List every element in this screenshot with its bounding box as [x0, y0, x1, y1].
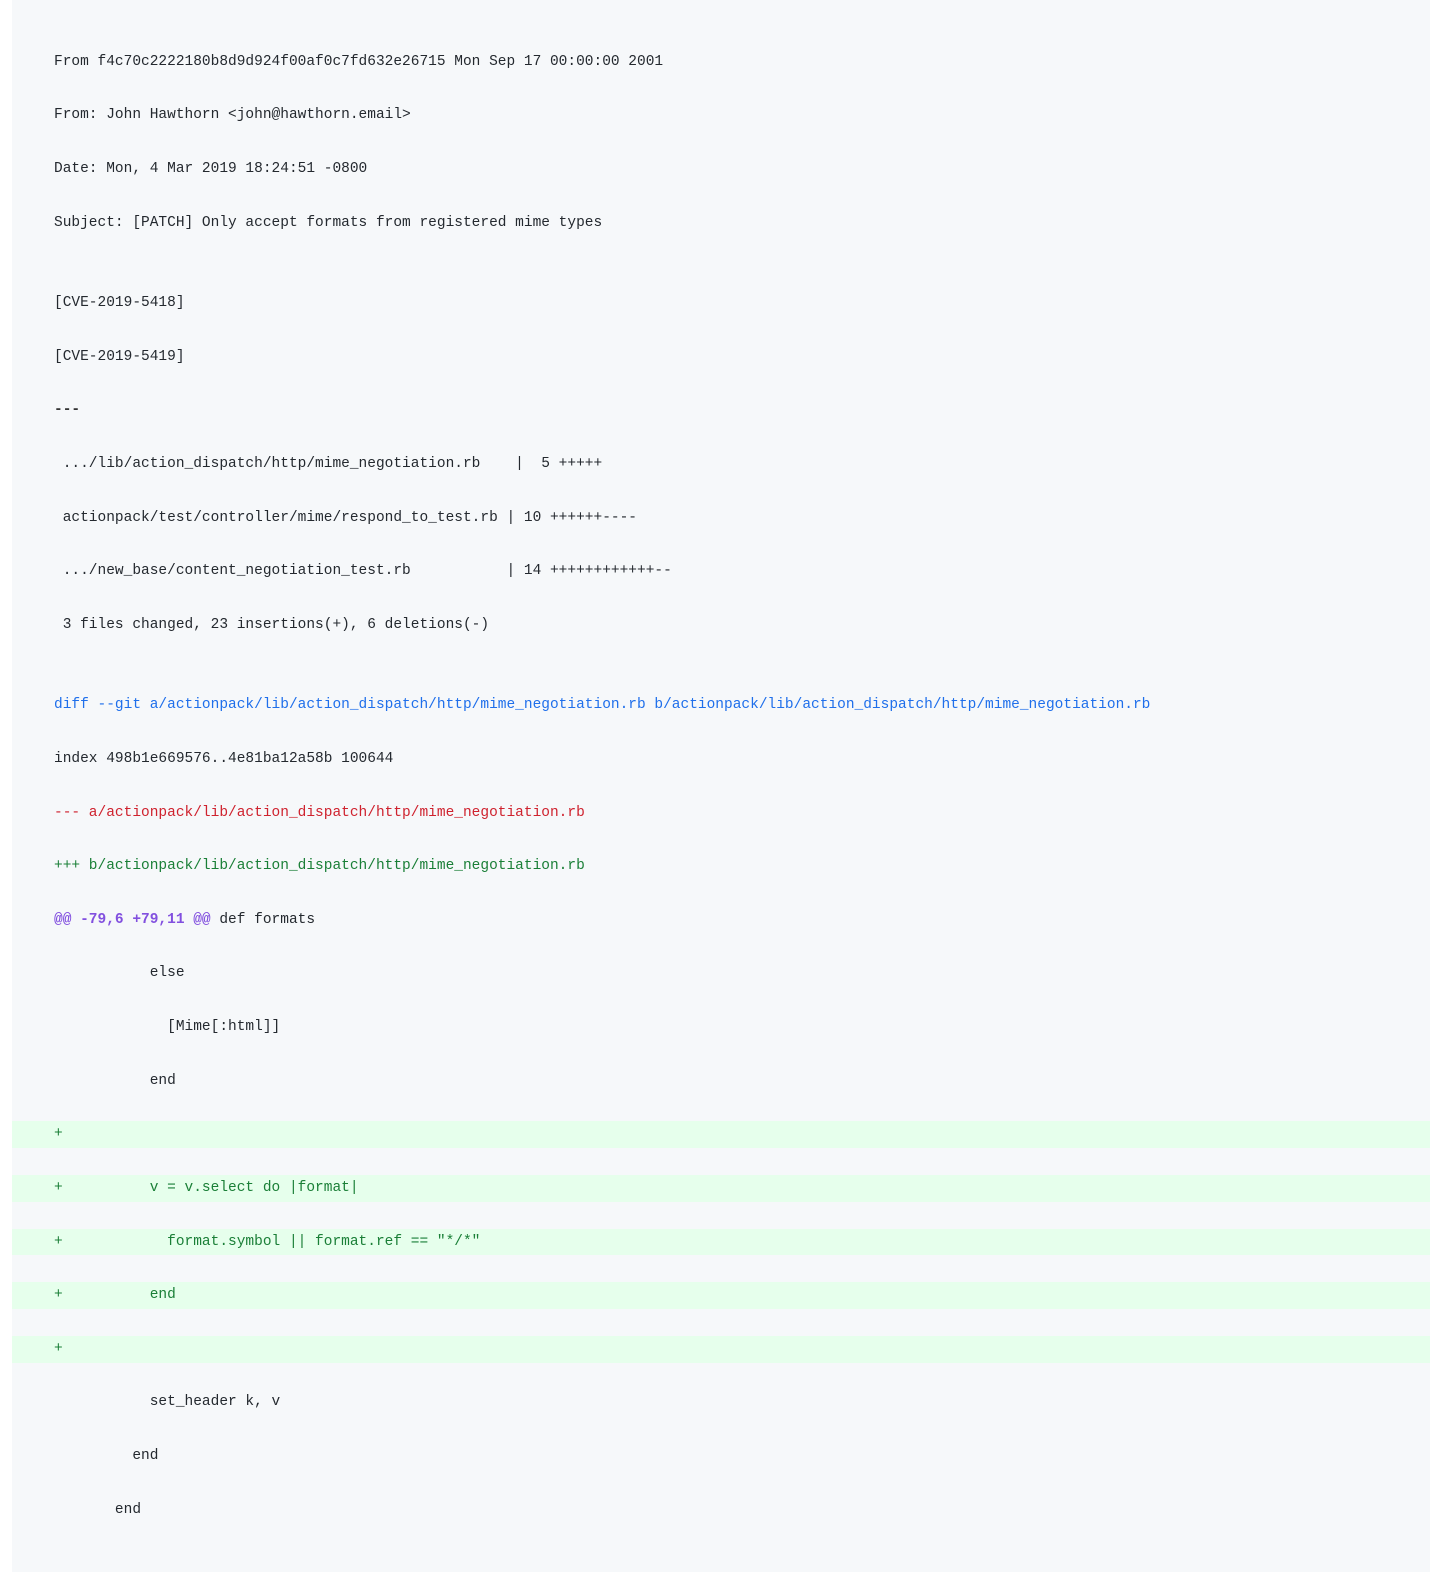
diff-context-line: set_header k, v — [12, 1389, 1430, 1416]
patch-diff-block: From f4c70c2222180b8d9d924f00af0c7fd632e… — [12, 0, 1430, 1572]
patch-separator: --- — [12, 397, 1430, 424]
file-a-line: --- a/actionpack/lib/action_dispatch/htt… — [12, 800, 1430, 827]
diff-context-line: [Mime[:html]] — [12, 1014, 1430, 1041]
diff-added-line: + v = v.select do |format| — [12, 1175, 1430, 1202]
diff-added-line: + — [12, 1336, 1430, 1363]
patch-header-line: Subject: [PATCH] Only accept formats fro… — [12, 210, 1430, 237]
patch-cve-line: [CVE-2019-5419] — [12, 344, 1430, 371]
patch-header-line: Date: Mon, 4 Mar 2019 18:24:51 -0800 — [12, 156, 1430, 183]
diff-context-line: end — [12, 1068, 1430, 1095]
hunk-context: def formats — [211, 912, 315, 928]
diff-added-line: + — [12, 1121, 1430, 1148]
diffstat-line: .../new_base/content_negotiation_test.rb… — [12, 558, 1430, 585]
diffstat-line: actionpack/test/controller/mime/respond_… — [12, 505, 1430, 532]
hunk-range: @@ -79,6 +79,11 @@ — [54, 912, 211, 928]
diffstat-line: .../lib/action_dispatch/http/mime_negoti… — [12, 451, 1430, 478]
diff-context-line: end — [12, 1443, 1430, 1470]
diffstat-summary: 3 files changed, 23 insertions(+), 6 del… — [12, 612, 1430, 639]
file-b-line: +++ b/actionpack/lib/action_dispatch/htt… — [12, 853, 1430, 880]
diff-context-line: end — [12, 1497, 1430, 1524]
patch-header-line: From: John Hawthorn <john@hawthorn.email… — [12, 102, 1430, 129]
diff-added-line: + end — [12, 1282, 1430, 1309]
diff-command-line: diff --git a/actionpack/lib/action_dispa… — [12, 692, 1430, 719]
hunk-header-line: @@ -79,6 +79,11 @@ def formats — [12, 907, 1430, 934]
diff-added-line: + format.symbol || format.ref == "*/*" — [12, 1229, 1430, 1256]
patch-header-line: From f4c70c2222180b8d9d924f00af0c7fd632e… — [12, 49, 1430, 76]
patch-cve-line: [CVE-2019-5418] — [12, 290, 1430, 317]
index-line: index 498b1e669576..4e81ba12a58b 100644 — [12, 746, 1430, 773]
